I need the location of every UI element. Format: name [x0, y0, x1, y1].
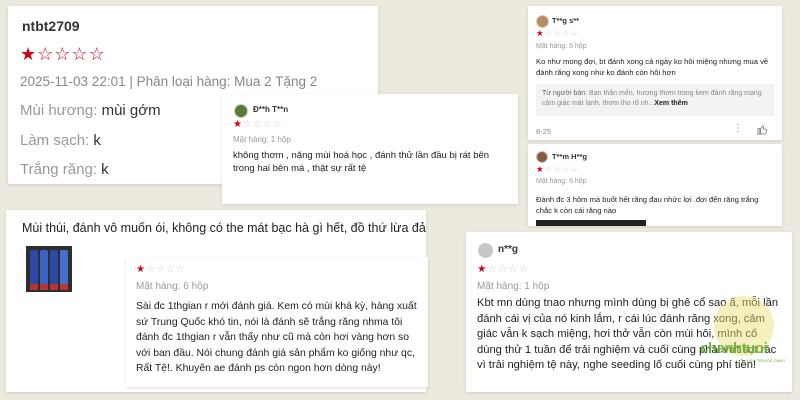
seller-reply-label: Từ người bán: [542, 90, 588, 97]
review-text: Ko như mong đợi, bt đánh xong cả ngày ko… [536, 57, 769, 77]
see-more-link[interactable]: Xem thêm [654, 100, 687, 107]
star-empty-icon: ☆ [272, 119, 282, 130]
star-empty-icon: ☆ [88, 44, 105, 64]
review-text: Kbt mn dùng tnao nhưng mình dùng bị ghê … [477, 297, 779, 372]
attribute-label: Trắng răng: [20, 161, 97, 178]
star-empty-icon: ☆ [165, 264, 175, 275]
star-empty-icon: ☆ [553, 164, 561, 174]
star-rating: ★ ☆ ☆ ☆ ☆ [536, 165, 578, 174]
star-filled-icon: ★ [536, 164, 544, 174]
star-empty-icon: ☆ [570, 28, 579, 38]
star-empty-icon: ☆ [155, 264, 165, 275]
toothpaste-tube-image [40, 250, 48, 290]
star-empty-icon: ☆ [252, 119, 262, 130]
star-rating: ★ ☆ ☆ ☆ ☆ [20, 45, 105, 63]
star-empty-icon: ☆ [242, 119, 252, 130]
star-empty-icon: ☆ [262, 119, 272, 130]
star-rating: ★ ☆ ☆ ☆ ☆ [136, 265, 185, 275]
star-empty-icon: ☆ [487, 263, 497, 275]
avatar[interactable] [234, 104, 248, 118]
star-empty-icon: ☆ [37, 44, 54, 64]
review-username: Đ**h T**n [253, 105, 289, 114]
star-rating: ★ ☆ ☆ ☆ ☆ [233, 120, 282, 130]
star-filled-icon: ★ [233, 119, 242, 130]
star-filled-icon: ★ [477, 263, 487, 275]
attribute-label: Mùi hương: [20, 102, 98, 119]
review-variant: Mặt hàng: 6 hộp [536, 43, 587, 50]
attribute-value: k [93, 132, 101, 149]
review-variant: Mặt hàng: 1 hộp [477, 281, 550, 292]
star-empty-icon: ☆ [544, 28, 553, 38]
attribute-cleaning: Làm sạch: k [20, 132, 101, 149]
review-card-6: ★ ☆ ☆ ☆ ☆ Mặt hàng: 6 hộp Sài đc 1thgian r m… [126, 257, 428, 387]
star-empty-icon: ☆ [145, 264, 155, 275]
attribute-scent: Mùi hương: mùi gớm [20, 102, 161, 119]
star-empty-icon: ☆ [570, 164, 579, 174]
avatar[interactable] [536, 151, 548, 163]
review-date: 8-25 [536, 127, 552, 136]
review-card-4: T**m H**g ★ ☆ ☆ ☆ ☆ Mặt hàng: 6 hộp Đánh đc … [528, 144, 782, 226]
attribute-value: k [101, 161, 109, 178]
review-meta: 2025-11-03 22:01 | Phân loại hàng: Mua 2… [20, 74, 318, 89]
review-username: T**m H**g [552, 152, 588, 161]
star-empty-icon: ☆ [544, 164, 553, 174]
review-photo[interactable] [536, 220, 646, 226]
review-username: ntbt2709 [22, 18, 80, 34]
attribute-label: Làm sạch: [20, 132, 90, 149]
seller-reply: Từ người bán: Bạn thân mến, hương thơm t… [536, 84, 774, 116]
review-text: Đánh đc 3 hôm mà buốt hết răng đau nhức … [536, 195, 759, 215]
more-icon[interactable]: ⋮ [733, 124, 743, 134]
star-empty-icon: ☆ [54, 44, 71, 64]
like-icon[interactable] [757, 124, 768, 138]
avatar[interactable] [536, 15, 549, 28]
star-empty-icon: ☆ [561, 164, 570, 174]
star-rating: ★ ☆ ☆ ☆ ☆ [477, 264, 528, 275]
toothpaste-tube-image [50, 250, 58, 290]
review-card-3: T**g s** ★ ☆ ☆ ☆ ☆ Mặt hàng: 6 hộp Ko như mo… [528, 6, 782, 140]
review-card-7: n**g ★ ☆ ☆ ☆ ☆ Mặt hàng: 1 hộp Kbt mn dùng t… [466, 232, 792, 392]
review-card-2: Đ**h T**n ★ ☆ ☆ ☆ ☆ Mặt hàng: 1 hộp không th… [222, 94, 518, 204]
star-filled-icon: ★ [136, 264, 145, 275]
star-empty-icon: ☆ [175, 264, 185, 275]
review-username: T**g s** [552, 16, 580, 25]
attribute-whitening: Trắng răng: k [20, 161, 109, 178]
review-variant: Mặt hàng: 6 hộp [136, 281, 209, 292]
star-empty-icon: ☆ [497, 263, 508, 275]
review-variant: Mặt hàng: 1 hộp [233, 135, 291, 144]
star-empty-icon: ☆ [508, 263, 518, 275]
toothpaste-tube-image [30, 250, 38, 290]
star-filled-icon: ★ [20, 44, 37, 64]
attribute-value: mùi gớm [101, 102, 161, 119]
star-empty-icon: ☆ [71, 44, 88, 64]
review-username: n**g [498, 244, 518, 255]
star-filled-icon: ★ [536, 28, 544, 38]
star-empty-icon: ☆ [518, 263, 529, 275]
toothpaste-tube-image [60, 250, 68, 290]
review-text: Sài đc 1thgian r mới đánh giá. Kem có mù… [136, 301, 417, 374]
review-text: Mùi thúi, đánh vô muốn ói, không có the … [22, 221, 426, 235]
star-empty-icon: ☆ [561, 28, 570, 38]
avatar[interactable] [478, 243, 493, 258]
star-rating: ★ ☆ ☆ ☆ ☆ [536, 29, 578, 38]
review-photo[interactable] [26, 246, 72, 292]
star-empty-icon: ☆ [553, 28, 561, 38]
review-text: không thơm , nặng mùi hoá học , đánh thử… [233, 150, 490, 174]
review-variant: Mặt hàng: 6 hộp [536, 178, 587, 185]
